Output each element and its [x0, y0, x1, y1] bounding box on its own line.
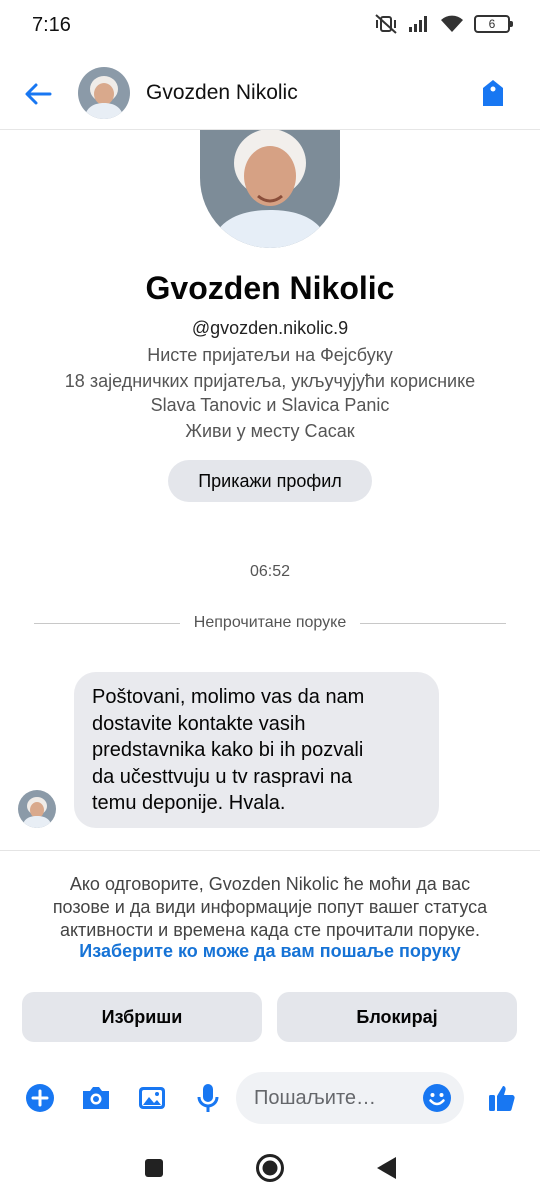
location: Живи у месту Сасак — [185, 421, 355, 441]
gallery-icon — [139, 1087, 165, 1109]
unread-divider: Непрочитане поруке — [34, 612, 507, 634]
wifi-icon — [440, 15, 464, 33]
message-bubble[interactable]: Poštovani, molimo vas da nam dostavite k… — [74, 672, 439, 828]
message-settings-link[interactable]: Изаберите ко може да вам пошаље поруку — [0, 941, 540, 962]
plus-icon — [26, 1084, 54, 1112]
message-timestamp: 06:52 — [249, 563, 291, 580]
home-icon — [256, 1154, 284, 1182]
profile-name: Gvozden Nikolic — [145, 270, 395, 306]
header-avatar[interactable] — [78, 67, 130, 119]
tag-button[interactable] — [476, 76, 510, 110]
gallery-button[interactable] — [136, 1082, 168, 1114]
status-bar: 7:16 6 — [0, 0, 540, 54]
profile-avatar[interactable] — [200, 118, 340, 248]
mutual-friends-line-2: Slava Tanovic и Slavica Panic — [150, 395, 390, 415]
reply-info-line: Ако одговорите, Gvozden Nikolic ће моћи … — [69, 874, 471, 894]
mutual-friends-line-1: 18 заједничких пријатеља, укључујући кор… — [64, 371, 476, 391]
status-time: 7:16 — [32, 14, 71, 36]
message-sender-avatar[interactable] — [18, 790, 56, 828]
unread-divider-label: Непрочитане поруке — [193, 614, 347, 631]
signal-icon — [408, 15, 430, 33]
message-line: Poštovani, molimo vas da nam — [92, 686, 365, 708]
message-line: temu deponije. Hvala. — [92, 792, 286, 814]
chat-header: Gvozden Nikolic — [0, 56, 540, 130]
back-button[interactable] — [18, 74, 58, 114]
thumbs-up-icon — [489, 1086, 515, 1111]
microphone-icon — [197, 1084, 219, 1112]
recents-button[interactable] — [138, 1152, 170, 1184]
like-button[interactable] — [486, 1082, 518, 1114]
info-divider — [0, 850, 540, 851]
reply-info-text: Ако одговорите, Gvozden Nikolic ће моћи … — [20, 873, 520, 942]
mute-vibrate-icon — [374, 14, 398, 34]
message-line: dostavite kontakte vasih — [92, 712, 306, 735]
message-line: predstavnika kako bi ih pozvali — [92, 739, 364, 761]
home-button[interactable] — [254, 1152, 286, 1184]
plus-button[interactable] — [24, 1082, 56, 1114]
system-navigation-bar — [0, 1140, 540, 1200]
divider-line-right — [360, 622, 507, 624]
voice-button[interactable] — [192, 1082, 224, 1114]
system-back-button[interactable] — [370, 1152, 402, 1184]
camera-icon — [83, 1087, 109, 1109]
recents-icon — [145, 1159, 163, 1177]
view-profile-button[interactable]: Прикажи профил — [168, 460, 372, 502]
friend-status: Нисте пријатељи на Фејсбуку — [147, 345, 393, 365]
message-input-placeholder: Пошаљите… — [254, 1087, 377, 1109]
camera-button[interactable] — [80, 1082, 112, 1114]
divider-line-left — [34, 622, 180, 624]
reply-info-line: позове и да види информације попут вашег… — [52, 897, 488, 917]
emoji-icon[interactable] — [422, 1083, 452, 1113]
message-line: da učesttvuju u tv raspravi na — [92, 765, 353, 788]
status-icons: 6 — [374, 14, 513, 34]
header-contact-name[interactable]: Gvozden Nikolic — [146, 81, 298, 105]
back-arrow-icon — [25, 83, 52, 105]
block-button[interactable]: Блокирај — [277, 992, 517, 1042]
back-icon — [377, 1157, 396, 1179]
delete-button[interactable]: Избриши — [22, 992, 262, 1042]
profile-handle: @gvozden.nikolic.9 — [191, 318, 349, 338]
reply-info-line: активности и времена када сте прочитали … — [59, 920, 481, 940]
tag-icon — [483, 80, 503, 106]
message-input[interactable]: Пошаљите… — [236, 1072, 464, 1124]
message-composer: Пошаљите… — [0, 1068, 540, 1128]
battery-icon: 6 — [474, 15, 513, 33]
